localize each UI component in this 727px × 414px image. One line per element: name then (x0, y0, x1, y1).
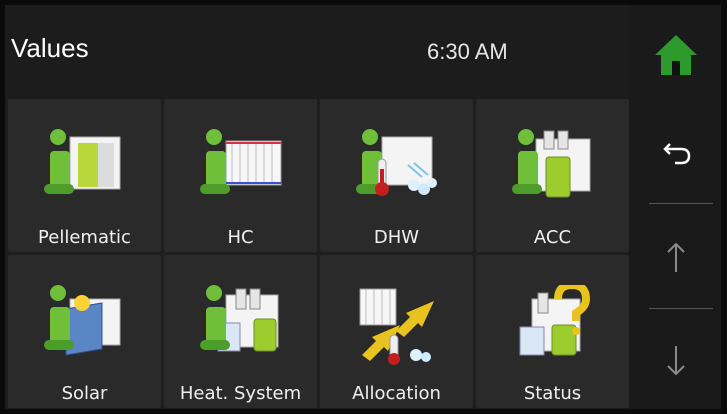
arrow-up-icon (667, 242, 685, 272)
tile-solar[interactable]: Solar (8, 255, 161, 408)
heat-system-icon (200, 285, 279, 352)
page-title: Values (11, 33, 89, 63)
divider (649, 203, 713, 204)
tile-dhw[interactable]: DHW (320, 99, 473, 252)
side-nav (629, 5, 721, 409)
hot-water-icon (356, 129, 437, 196)
tile-label: Solar (61, 383, 108, 404)
tile-hc[interactable]: HC (164, 99, 317, 252)
heating-circuit-icon (200, 129, 282, 194)
header: Values 6:30 AM (5, 5, 629, 99)
tile-label: ACC (533, 227, 572, 248)
tile-label: Status (523, 383, 582, 404)
tile-pellematic[interactable]: Pellematic (8, 99, 161, 252)
screen: Values 6:30 AM Pellematic HC DHW ACC Sol… (5, 5, 721, 409)
tile-label: Pellematic (38, 227, 131, 248)
pellematic-icon (44, 129, 121, 194)
tile-acc[interactable]: ACC (476, 99, 629, 252)
allocation-icon (359, 288, 434, 365)
tile-heat-system[interactable]: Heat. System (164, 255, 317, 408)
status-icon (519, 285, 591, 356)
divider (649, 308, 713, 309)
solar-icon (44, 285, 121, 356)
tile-status[interactable]: Status (476, 255, 629, 408)
tile-label: DHW (373, 227, 420, 248)
arrow-down-icon (667, 346, 685, 376)
home-icon (655, 35, 697, 75)
tile-label: Heat. System (179, 383, 302, 404)
scroll-up-button[interactable] (641, 227, 711, 287)
accumulator-icon (512, 129, 591, 198)
back-button[interactable] (641, 123, 711, 183)
scroll-down-button[interactable] (641, 331, 711, 391)
home-button[interactable] (641, 25, 711, 85)
menu-grid: Pellematic HC DHW ACC Solar Heat. System… (8, 99, 629, 409)
tile-label: HC (227, 227, 254, 248)
clock: 6:30 AM (427, 39, 508, 64)
tile-allocation[interactable]: Allocation (320, 255, 473, 408)
tile-label: Allocation (352, 383, 441, 404)
back-arrow-icon (663, 143, 691, 165)
